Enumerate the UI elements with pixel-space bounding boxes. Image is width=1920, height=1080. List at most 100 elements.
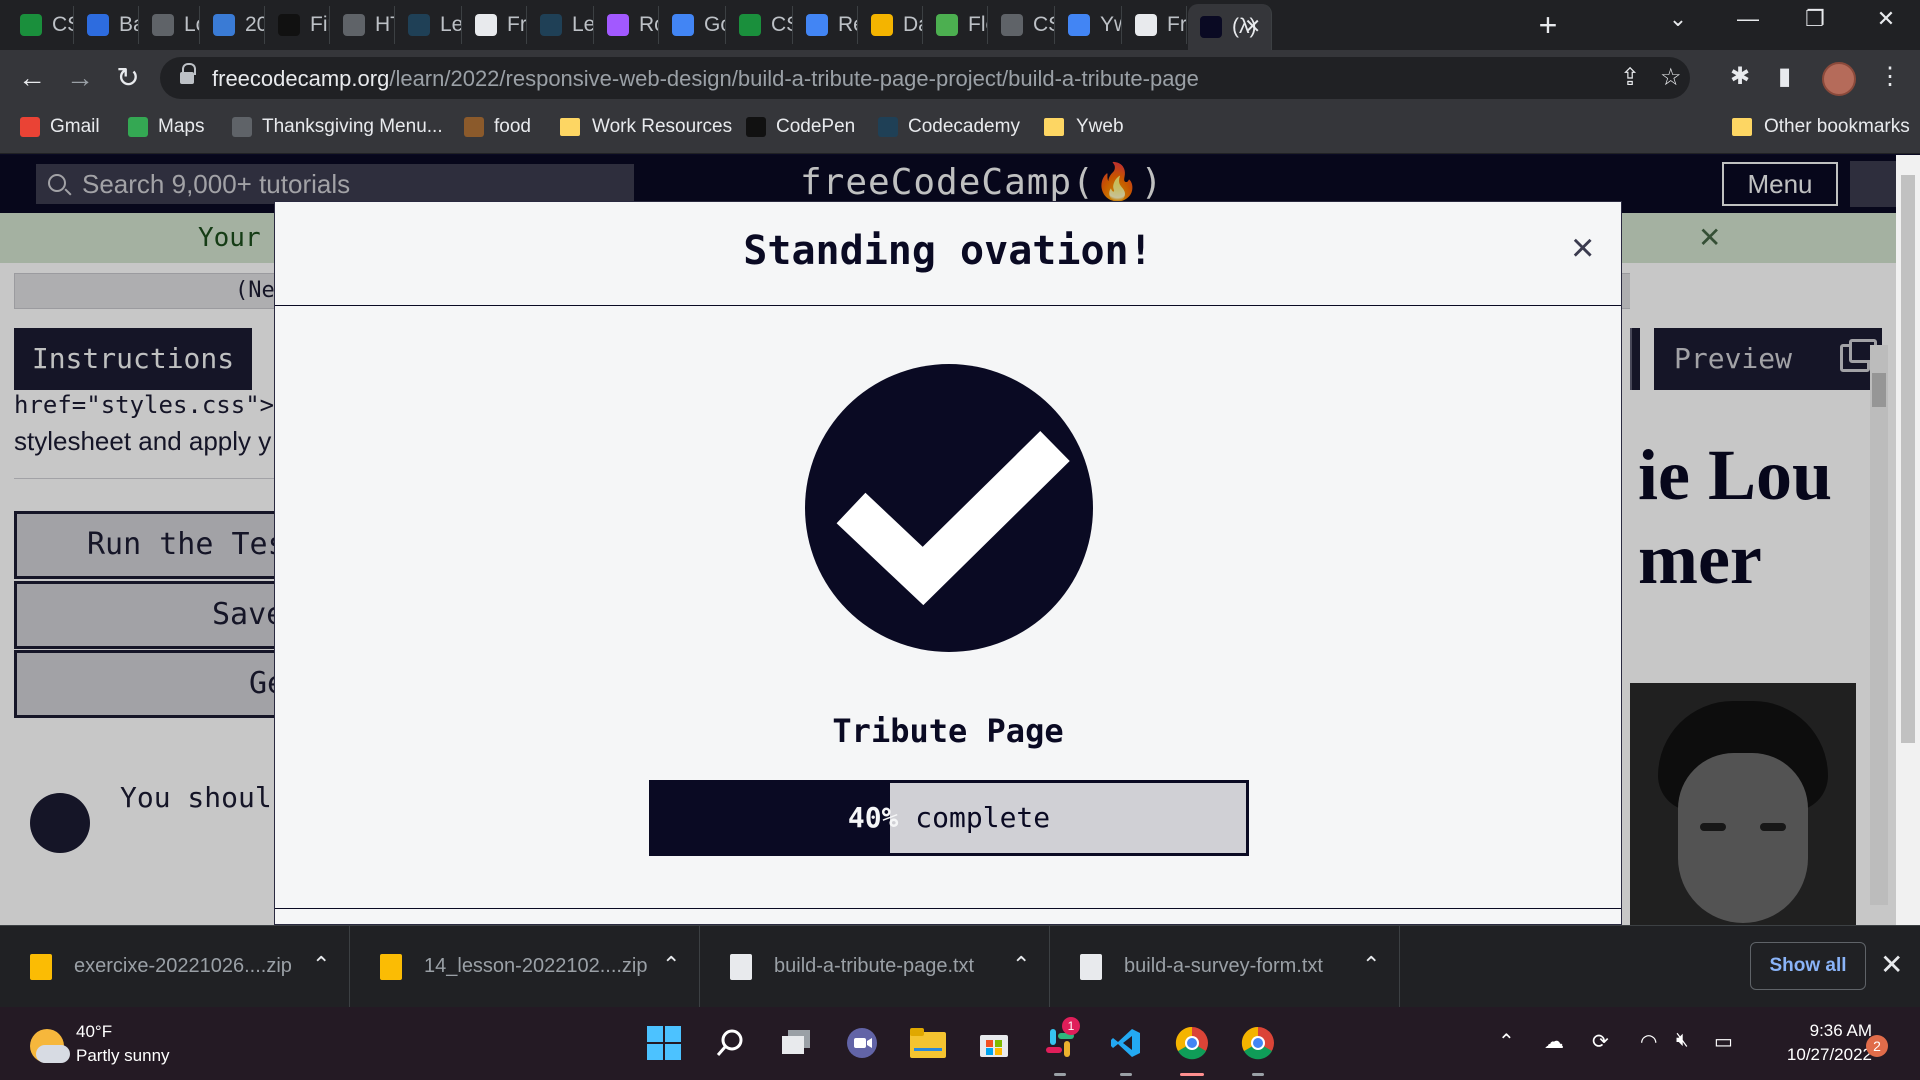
file-explorer-button[interactable] [908, 1023, 948, 1063]
close-download-shelf-icon[interactable]: ✕ [1880, 948, 1903, 981]
clock-time[interactable]: 9:36 AM [1776, 1021, 1872, 1041]
bookmark-item[interactable]: CodePen [746, 116, 855, 138]
browser-tab[interactable]: HT [331, 6, 395, 44]
url-text[interactable]: freecodecamp.org/learn/2022/responsive-w… [212, 66, 1199, 92]
clock-date[interactable]: 10/27/2022 [1756, 1045, 1872, 1065]
bookmark-item[interactable]: Work Resources [560, 116, 732, 138]
face-icon [871, 14, 893, 36]
chevron-up-icon[interactable]: ⌃ [1012, 952, 1030, 978]
browser-tab[interactable]: Fre [1123, 6, 1187, 44]
bookmark-item[interactable]: Codecademy [878, 116, 1020, 138]
browser-tab[interactable]: CS [8, 6, 74, 44]
w-icon [739, 14, 761, 36]
chrome-button-active[interactable] [1172, 1023, 1212, 1076]
new-tab-button[interactable]: + [1530, 8, 1566, 44]
tab-label: Re [838, 13, 857, 36]
chevron-up-icon[interactable]: ⌃ [1498, 1029, 1515, 1054]
codepen-icon [746, 117, 766, 137]
browser-tab[interactable]: Le [396, 6, 462, 44]
notification-badge[interactable]: 2 [1866, 1035, 1888, 1057]
microsoft-store-button[interactable] [974, 1023, 1014, 1063]
slack-button[interactable]: 1 [1040, 1017, 1080, 1076]
chrome-menu-icon[interactable]: ⋮ [1878, 62, 1902, 91]
bookmark-item[interactable]: Maps [128, 116, 204, 138]
browser-tab[interactable]: Yw [1056, 6, 1122, 44]
bookmark-item[interactable]: Gmail [20, 116, 100, 138]
browser-tab[interactable]: Le [528, 6, 594, 44]
side-panel-icon[interactable]: ▮ [1778, 62, 1791, 91]
globe-icon [1001, 14, 1023, 36]
battery-icon[interactable]: ▭ [1714, 1029, 1733, 1054]
bookmark-item[interactable]: Yweb [1044, 116, 1124, 138]
profile-avatar[interactable] [1822, 62, 1856, 96]
tab-label: Fle [968, 13, 987, 36]
browser-tab[interactable]: 20 [201, 6, 265, 44]
doc-icon [152, 14, 174, 36]
browser-tab[interactable]: Fle [924, 6, 988, 44]
extensions-icon[interactable]: ✱ [1730, 62, 1750, 91]
wifi-icon[interactable]: ◠ [1640, 1029, 1657, 1054]
browser-tab[interactable]: Ro [595, 6, 659, 44]
start-button[interactable] [644, 1023, 684, 1063]
browser-tab[interactable]: Re [794, 6, 858, 44]
search-taskbar-button[interactable] [710, 1023, 750, 1063]
download-item[interactable]: 14_lesson-2022102....zip ⌃ [350, 926, 700, 1008]
tab-search-icon[interactable]: ⌄ [1658, 6, 1698, 32]
browser-tab[interactable]: Lo [140, 6, 200, 44]
partly-sunny-icon [30, 1029, 70, 1063]
restore-button[interactable]: ❐ [1795, 6, 1835, 32]
bookmark-item[interactable]: food [464, 116, 531, 138]
mute-icon[interactable]: 🔇︎ [1676, 1029, 1689, 1052]
browser-tab[interactable]: Ba [75, 6, 139, 44]
tab-label: Fir [310, 13, 329, 36]
show-all-downloads-button[interactable]: Show all [1750, 942, 1866, 990]
back-button[interactable]: ← [14, 60, 50, 96]
browser-tab[interactable]: Da [859, 6, 923, 44]
close-icon[interactable]: × [1571, 226, 1594, 271]
download-item[interactable]: exercixe-20221026....zip ⌃ [0, 926, 350, 1008]
codecademy-icon [540, 14, 562, 36]
maps-icon [128, 117, 148, 137]
p-icon [213, 14, 235, 36]
chevron-up-icon[interactable]: ⌃ [662, 952, 680, 978]
search-icon [716, 1029, 743, 1056]
onedrive-icon[interactable]: ☁ [1544, 1029, 1564, 1054]
page-scrollbar[interactable] [1896, 155, 1920, 925]
chevron-up-icon[interactable]: ⌃ [312, 952, 330, 978]
other-bookmarks[interactable]: Other bookmarks [1732, 116, 1910, 138]
browser-tab[interactable]: CS [727, 6, 793, 44]
bookmark-star-icon[interactable]: ☆ [1660, 63, 1682, 92]
lock-icon[interactable] [180, 63, 196, 85]
sync-icon[interactable]: ⟳ [1592, 1029, 1609, 1054]
download-item[interactable]: build-a-survey-form.txt ⌃ [1050, 926, 1400, 1008]
minimize-button[interactable]: — [1728, 6, 1768, 32]
task-view-button[interactable] [776, 1023, 816, 1063]
modal-header: Standing ovation! × [275, 202, 1621, 306]
bookmark-item[interactable]: Thanksgiving Menu... [232, 116, 443, 138]
zip-file-icon [30, 954, 52, 980]
completion-modal: Standing ovation! × Tribute Page 40% com… [274, 201, 1622, 925]
reload-button[interactable]: ↻ [110, 60, 146, 96]
close-window-button[interactable]: ✕ [1866, 6, 1906, 32]
chrome-button[interactable] [1238, 1023, 1278, 1076]
progress-label: 40% complete [847, 801, 1051, 834]
browser-tab[interactable]: Fr [463, 6, 527, 44]
browser-tab[interactable]: Fir [266, 6, 330, 44]
vscode-button[interactable] [1106, 1023, 1146, 1076]
forward-button[interactable]: → [62, 60, 98, 96]
browser-toolbar: ← → ↻ freecodecamp.org/learn/2022/respon… [0, 50, 1920, 106]
tab-label: Lo [184, 13, 199, 36]
browser-tab[interactable]: CS [989, 6, 1055, 44]
browser-tab[interactable]: Go [660, 6, 726, 44]
close-tab-icon[interactable]: ✕ [1244, 14, 1261, 39]
tab-active[interactable]: (λ) ✕ [1188, 4, 1272, 50]
tab-label: Yw [1100, 13, 1121, 36]
download-item[interactable]: build-a-tribute-page.txt ⌃ [700, 926, 1050, 1008]
windows-icon [647, 1026, 681, 1060]
address-bar[interactable]: freecodecamp.org/learn/2022/responsive-w… [160, 57, 1690, 99]
teams-chat-button[interactable] [842, 1023, 882, 1063]
recipe-icon [232, 117, 252, 137]
codecademy-icon [408, 14, 430, 36]
share-icon[interactable]: ⇪ [1620, 63, 1640, 92]
chevron-up-icon[interactable]: ⌃ [1362, 952, 1380, 978]
